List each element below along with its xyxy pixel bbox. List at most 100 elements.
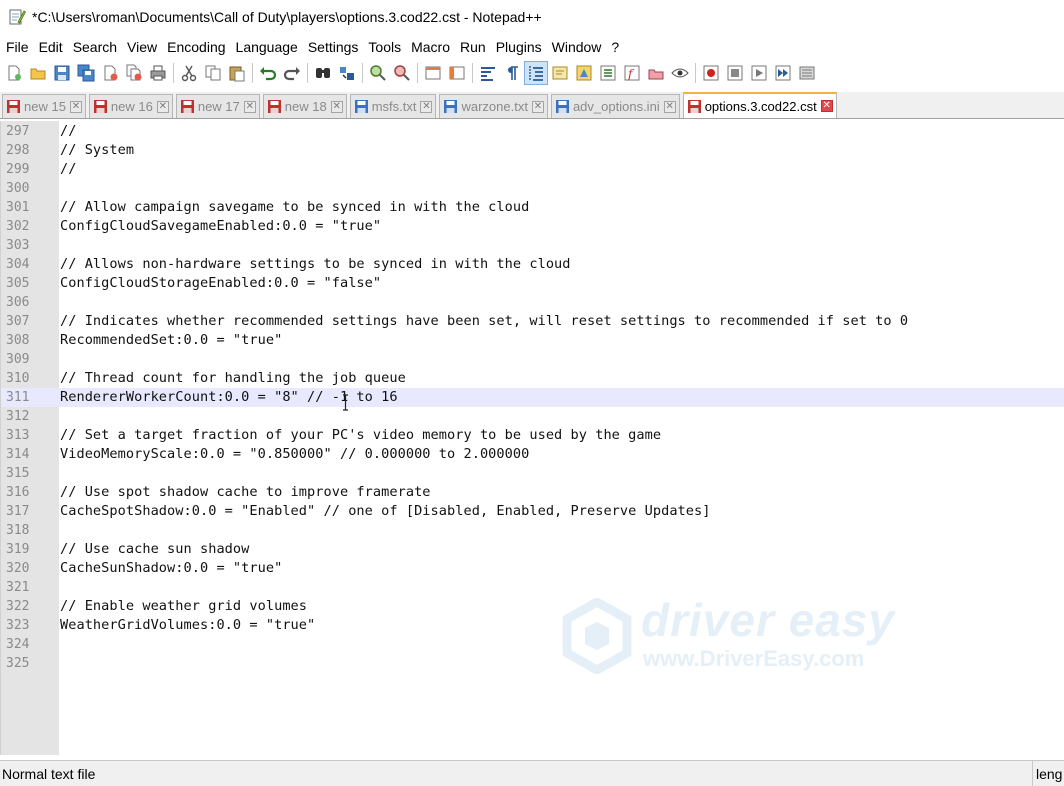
- redo-icon[interactable]: [281, 62, 303, 84]
- tab-close-icon[interactable]: ✕: [663, 100, 676, 113]
- paste-icon[interactable]: [226, 62, 248, 84]
- menu-tools[interactable]: Tools: [364, 39, 407, 55]
- editor-line[interactable]: 301 // Allow campaign savegame to be sync…: [1, 198, 1064, 217]
- zoom-in-icon[interactable]: [367, 62, 389, 84]
- editor-line[interactable]: 304 // Allows non-hardware settings to be…: [1, 255, 1064, 274]
- save-icon[interactable]: [51, 62, 73, 84]
- play-macro-icon[interactable]: [748, 62, 770, 84]
- menu-run[interactable]: Run: [456, 39, 492, 55]
- tab-options-3-cod22-cst[interactable]: options.3.cod22.cst ✕: [682, 92, 837, 118]
- editor-line[interactable]: 313 // Set a target fraction of your PC's…: [1, 426, 1064, 445]
- cut-icon[interactable]: [178, 62, 200, 84]
- tab-close-icon[interactable]: ✕: [330, 100, 343, 113]
- folder-as-workspace-icon[interactable]: f: [621, 62, 643, 84]
- document-map-icon[interactable]: [573, 62, 595, 84]
- tab-new-18[interactable]: new 18 ✕: [262, 94, 347, 118]
- sync-horizontal-icon[interactable]: [446, 62, 468, 84]
- menu-plugins[interactable]: Plugins: [492, 39, 548, 55]
- menu-window[interactable]: Window: [548, 39, 608, 55]
- line-text[interactable]: RecommendedSet:0.0 = "true": [60, 331, 282, 350]
- menu-view[interactable]: View: [123, 39, 163, 55]
- editor-line[interactable]: 303: [1, 236, 1064, 255]
- line-text[interactable]: ConfigCloudSavegameEnabled:0.0 = "true": [60, 217, 381, 236]
- function-list-icon[interactable]: [597, 62, 619, 84]
- line-text[interactable]: // Thread count for handling the job que…: [60, 369, 406, 388]
- line-text[interactable]: // Allow campaign savegame to be synced …: [60, 198, 529, 217]
- editor-line[interactable]: 309: [1, 350, 1064, 369]
- record-macro-icon[interactable]: [700, 62, 722, 84]
- editor-line[interactable]: 312: [1, 407, 1064, 426]
- find-icon[interactable]: [312, 62, 334, 84]
- editor-line[interactable]: 297 //: [1, 122, 1064, 141]
- line-text[interactable]: // System: [60, 141, 134, 160]
- menu-language[interactable]: Language: [232, 39, 304, 55]
- tab-close-icon[interactable]: ✕: [69, 100, 82, 113]
- editor-line[interactable]: 317 CacheSpotShadow:0.0 = "Enabled" // on…: [1, 502, 1064, 521]
- line-text[interactable]: WeatherGridVolumes:0.0 = "true": [60, 616, 315, 635]
- tab-new-16[interactable]: new 16 ✕: [88, 94, 173, 118]
- editor-line[interactable]: 325: [1, 654, 1064, 673]
- new-file-icon[interactable]: [3, 62, 25, 84]
- monitoring-icon[interactable]: [645, 62, 667, 84]
- tab-new-17[interactable]: new 17 ✕: [175, 94, 260, 118]
- menu-help[interactable]: ?: [607, 39, 625, 55]
- line-text[interactable]: CacheSunShadow:0.0 = "true": [60, 559, 282, 578]
- indent-guide-icon[interactable]: [524, 61, 548, 85]
- tab-close-icon[interactable]: ✕: [820, 100, 833, 112]
- line-text[interactable]: // Use spot shadow cache to improve fram…: [60, 483, 431, 502]
- editor-line[interactable]: 324: [1, 635, 1064, 654]
- text-editor[interactable]: 297 // 298 // System 299 // 300 301 // Allow cam…: [0, 121, 1064, 755]
- menu-search[interactable]: Search: [69, 39, 123, 55]
- copy-icon[interactable]: [202, 62, 224, 84]
- editor-line[interactable]: 318: [1, 521, 1064, 540]
- line-text[interactable]: // Set a target fraction of your PC's vi…: [60, 426, 661, 445]
- line-text[interactable]: // Use cache sun shadow: [60, 540, 249, 559]
- editor-line[interactable]: 310 // Thread count for handling the job …: [1, 369, 1064, 388]
- run-macro-multiple-icon[interactable]: [772, 62, 794, 84]
- editor-line[interactable]: 302 ConfigCloudSavegameEnabled:0.0 = "tru…: [1, 217, 1064, 236]
- menu-encoding[interactable]: Encoding: [163, 39, 231, 55]
- menu-macro[interactable]: Macro: [407, 39, 456, 55]
- editor-line[interactable]: 316 // Use spot shadow cache to improve f…: [1, 483, 1064, 502]
- editor-line[interactable]: 311 RendererWorkerCount:0.0 = "8" // -1 t…: [1, 388, 1064, 407]
- editor-line[interactable]: 323 WeatherGridVolumes:0.0 = "true": [1, 616, 1064, 635]
- open-file-icon[interactable]: [27, 62, 49, 84]
- editor-line[interactable]: 320 CacheSunShadow:0.0 = "true": [1, 559, 1064, 578]
- word-wrap-icon[interactable]: [477, 62, 499, 84]
- sync-vertical-icon[interactable]: [422, 62, 444, 84]
- line-text[interactable]: // Indicates whether recommended setting…: [60, 312, 908, 331]
- editor-line[interactable]: 307 // Indicates whether recommended sett…: [1, 312, 1064, 331]
- editor-line[interactable]: 322 // Enable weather grid volumes: [1, 597, 1064, 616]
- tab-msfs-txt[interactable]: msfs.txt ✕: [349, 94, 437, 118]
- line-text[interactable]: // Enable weather grid volumes: [60, 597, 307, 616]
- menu-edit[interactable]: Edit: [35, 39, 69, 55]
- line-text[interactable]: CacheSpotShadow:0.0 = "Enabled" // one o…: [60, 502, 711, 521]
- tab-warzone-txt[interactable]: warzone.txt ✕: [439, 94, 548, 118]
- tab-close-icon[interactable]: ✕: [531, 100, 544, 113]
- menu-settings[interactable]: Settings: [304, 39, 365, 55]
- editor-line[interactable]: 321: [1, 578, 1064, 597]
- close-icon[interactable]: [99, 62, 121, 84]
- undo-icon[interactable]: [257, 62, 279, 84]
- eye-icon[interactable]: [669, 62, 691, 84]
- close-all-icon[interactable]: [123, 62, 145, 84]
- editor-line[interactable]: 319 // Use cache sun shadow: [1, 540, 1064, 559]
- replace-icon[interactable]: [336, 62, 358, 84]
- editor-line[interactable]: 305 ConfigCloudStorageEnabled:0.0 = "fals…: [1, 274, 1064, 293]
- tab-new-15[interactable]: new 15 ✕: [2, 94, 86, 118]
- print-icon[interactable]: [147, 62, 169, 84]
- save-macro-icon[interactable]: [796, 62, 818, 84]
- line-text[interactable]: //: [60, 122, 76, 141]
- tab-close-icon[interactable]: ✕: [243, 100, 256, 113]
- line-text[interactable]: VideoMemoryScale:0.0 = "0.850000" // 0.0…: [60, 445, 529, 464]
- editor-line[interactable]: 308 RecommendedSet:0.0 = "true": [1, 331, 1064, 350]
- editor-line[interactable]: 298 // System: [1, 141, 1064, 160]
- tab-close-icon[interactable]: ✕: [420, 100, 433, 113]
- tab-close-icon[interactable]: ✕: [156, 100, 169, 113]
- zoom-out-icon[interactable]: [391, 62, 413, 84]
- menu-file[interactable]: File: [2, 39, 35, 55]
- line-text[interactable]: ConfigCloudStorageEnabled:0.0 = "false": [60, 274, 381, 293]
- editor-line[interactable]: 299 //: [1, 160, 1064, 179]
- line-text[interactable]: // Allows non-hardware settings to be sy…: [60, 255, 571, 274]
- editor-line[interactable]: 300: [1, 179, 1064, 198]
